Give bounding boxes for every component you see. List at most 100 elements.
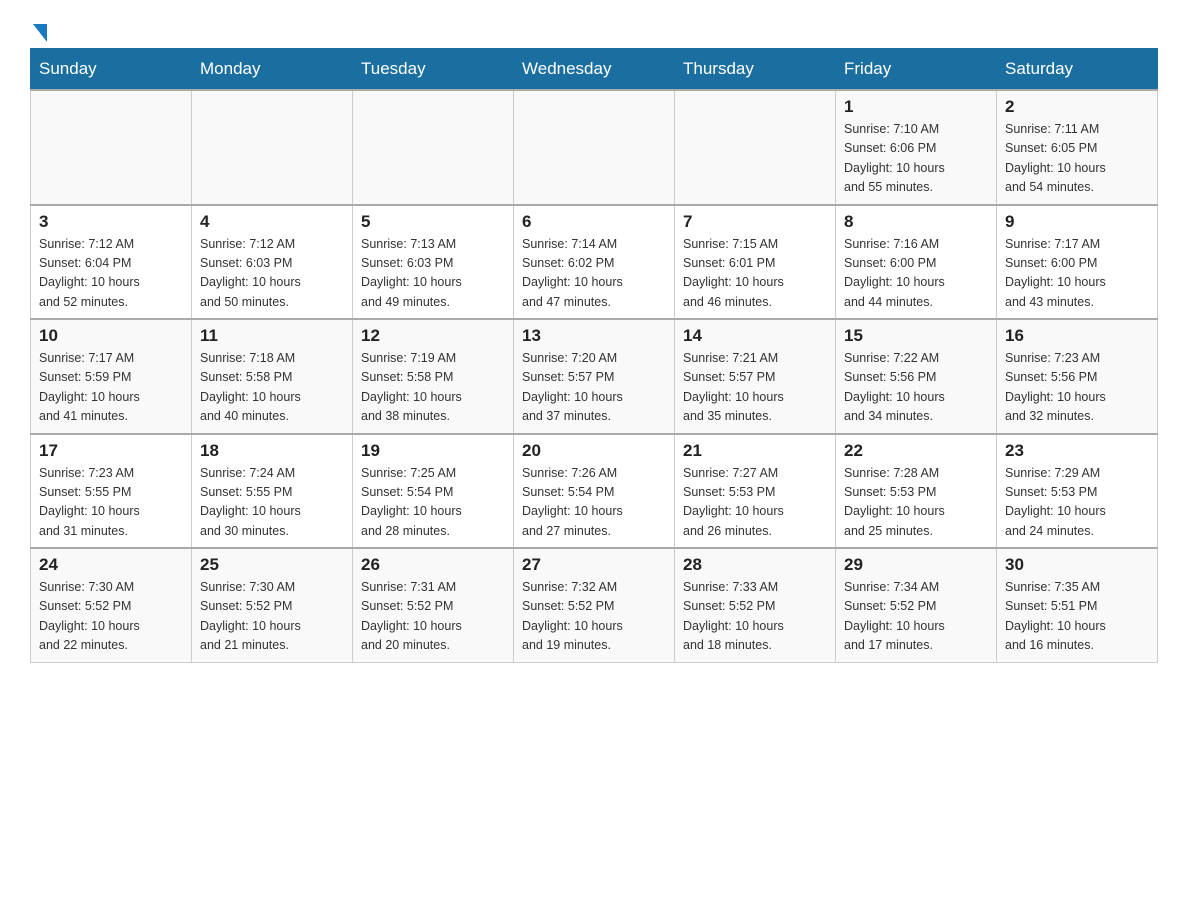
day-info: Sunrise: 7:12 AMSunset: 6:03 PMDaylight:… — [200, 235, 344, 313]
calendar-cell: 7 Sunrise: 7:15 AMSunset: 6:01 PMDaylight… — [675, 205, 836, 320]
calendar-cell — [514, 90, 675, 205]
day-number: 26 — [361, 555, 505, 575]
day-info: Sunrise: 7:26 AMSunset: 5:54 PMDaylight:… — [522, 464, 666, 542]
day-info: Sunrise: 7:18 AMSunset: 5:58 PMDaylight:… — [200, 349, 344, 427]
day-info: Sunrise: 7:30 AMSunset: 5:52 PMDaylight:… — [200, 578, 344, 656]
day-number: 7 — [683, 212, 827, 232]
day-info: Sunrise: 7:17 AMSunset: 6:00 PMDaylight:… — [1005, 235, 1149, 313]
day-info: Sunrise: 7:17 AMSunset: 5:59 PMDaylight:… — [39, 349, 183, 427]
calendar-cell: 20 Sunrise: 7:26 AMSunset: 5:54 PMDayligh… — [514, 434, 675, 549]
day-info: Sunrise: 7:22 AMSunset: 5:56 PMDaylight:… — [844, 349, 988, 427]
day-number: 9 — [1005, 212, 1149, 232]
calendar-cell: 10 Sunrise: 7:17 AMSunset: 5:59 PMDayligh… — [31, 319, 192, 434]
day-info: Sunrise: 7:20 AMSunset: 5:57 PMDaylight:… — [522, 349, 666, 427]
column-header-monday: Monday — [192, 49, 353, 91]
day-number: 20 — [522, 441, 666, 461]
calendar-cell: 16Sunrise: 7:23 AMSunset: 5:56 PMDayligh… — [997, 319, 1158, 434]
calendar-cell: 4 Sunrise: 7:12 AMSunset: 6:03 PMDaylight… — [192, 205, 353, 320]
day-info: Sunrise: 7:31 AMSunset: 5:52 PMDaylight:… — [361, 578, 505, 656]
day-number: 19 — [361, 441, 505, 461]
day-info: Sunrise: 7:10 AMSunset: 6:06 PMDaylight:… — [844, 120, 988, 198]
calendar-week-row: 1 Sunrise: 7:10 AMSunset: 6:06 PMDaylight… — [31, 90, 1158, 205]
day-number: 30 — [1005, 555, 1149, 575]
day-number: 22 — [844, 441, 988, 461]
day-number: 11 — [200, 326, 344, 346]
calendar-cell — [31, 90, 192, 205]
day-number: 2 — [1005, 97, 1149, 117]
calendar-cell: 29 Sunrise: 7:34 AMSunset: 5:52 PMDayligh… — [836, 548, 997, 662]
day-info: Sunrise: 7:14 AMSunset: 6:02 PMDaylight:… — [522, 235, 666, 313]
day-number: 28 — [683, 555, 827, 575]
day-number: 4 — [200, 212, 344, 232]
day-info: Sunrise: 7:13 AMSunset: 6:03 PMDaylight:… — [361, 235, 505, 313]
day-info: Sunrise: 7:24 AMSunset: 5:55 PMDaylight:… — [200, 464, 344, 542]
calendar-cell: 9 Sunrise: 7:17 AMSunset: 6:00 PMDaylight… — [997, 205, 1158, 320]
day-number: 27 — [522, 555, 666, 575]
day-info: Sunrise: 7:34 AMSunset: 5:52 PMDaylight:… — [844, 578, 988, 656]
calendar-cell: 5 Sunrise: 7:13 AMSunset: 6:03 PMDaylight… — [353, 205, 514, 320]
day-number: 24 — [39, 555, 183, 575]
day-info: Sunrise: 7:33 AMSunset: 5:52 PMDaylight:… — [683, 578, 827, 656]
calendar-week-row: 10 Sunrise: 7:17 AMSunset: 5:59 PMDayligh… — [31, 319, 1158, 434]
day-number: 6 — [522, 212, 666, 232]
day-info: Sunrise: 7:28 AMSunset: 5:53 PMDaylight:… — [844, 464, 988, 542]
calendar-cell: 30Sunrise: 7:35 AMSunset: 5:51 PMDayligh… — [997, 548, 1158, 662]
logo — [30, 20, 47, 38]
column-header-wednesday: Wednesday — [514, 49, 675, 91]
calendar-cell: 1 Sunrise: 7:10 AMSunset: 6:06 PMDaylight… — [836, 90, 997, 205]
day-info: Sunrise: 7:25 AMSunset: 5:54 PMDaylight:… — [361, 464, 505, 542]
calendar-cell: 22 Sunrise: 7:28 AMSunset: 5:53 PMDayligh… — [836, 434, 997, 549]
calendar-cell: 3 Sunrise: 7:12 AMSunset: 6:04 PMDaylight… — [31, 205, 192, 320]
calendar-cell: 14 Sunrise: 7:21 AMSunset: 5:57 PMDayligh… — [675, 319, 836, 434]
day-number: 1 — [844, 97, 988, 117]
day-number: 10 — [39, 326, 183, 346]
column-header-thursday: Thursday — [675, 49, 836, 91]
logo-arrow-icon — [33, 24, 47, 42]
day-number: 5 — [361, 212, 505, 232]
calendar-table: SundayMondayTuesdayWednesdayThursdayFrid… — [30, 48, 1158, 663]
calendar-week-row: 24 Sunrise: 7:30 AMSunset: 5:52 PMDayligh… — [31, 548, 1158, 662]
day-number: 23 — [1005, 441, 1149, 461]
day-info: Sunrise: 7:23 AMSunset: 5:56 PMDaylight:… — [1005, 349, 1149, 427]
calendar-cell — [353, 90, 514, 205]
calendar-cell: 15 Sunrise: 7:22 AMSunset: 5:56 PMDayligh… — [836, 319, 997, 434]
day-number: 12 — [361, 326, 505, 346]
calendar-cell: 26 Sunrise: 7:31 AMSunset: 5:52 PMDayligh… — [353, 548, 514, 662]
day-info: Sunrise: 7:23 AMSunset: 5:55 PMDaylight:… — [39, 464, 183, 542]
page-header — [30, 20, 1158, 38]
calendar-cell: 28 Sunrise: 7:33 AMSunset: 5:52 PMDayligh… — [675, 548, 836, 662]
calendar-cell — [192, 90, 353, 205]
calendar-week-row: 3 Sunrise: 7:12 AMSunset: 6:04 PMDaylight… — [31, 205, 1158, 320]
day-number: 17 — [39, 441, 183, 461]
calendar-cell: 23 Sunrise: 7:29 AMSunset: 5:53 PMDayligh… — [997, 434, 1158, 549]
calendar-cell: 6 Sunrise: 7:14 AMSunset: 6:02 PMDaylight… — [514, 205, 675, 320]
calendar-header-row: SundayMondayTuesdayWednesdayThursdayFrid… — [31, 49, 1158, 91]
column-header-tuesday: Tuesday — [353, 49, 514, 91]
calendar-cell: 8 Sunrise: 7:16 AMSunset: 6:00 PMDaylight… — [836, 205, 997, 320]
day-number: 8 — [844, 212, 988, 232]
calendar-cell: 2 Sunrise: 7:11 AMSunset: 6:05 PMDaylight… — [997, 90, 1158, 205]
day-number: 15 — [844, 326, 988, 346]
day-info: Sunrise: 7:27 AMSunset: 5:53 PMDaylight:… — [683, 464, 827, 542]
day-number: 13 — [522, 326, 666, 346]
day-info: Sunrise: 7:29 AMSunset: 5:53 PMDaylight:… — [1005, 464, 1149, 542]
column-header-saturday: Saturday — [997, 49, 1158, 91]
day-number: 29 — [844, 555, 988, 575]
day-number: 14 — [683, 326, 827, 346]
day-number: 25 — [200, 555, 344, 575]
calendar-cell — [675, 90, 836, 205]
day-number: 18 — [200, 441, 344, 461]
calendar-cell: 19 Sunrise: 7:25 AMSunset: 5:54 PMDayligh… — [353, 434, 514, 549]
day-info: Sunrise: 7:12 AMSunset: 6:04 PMDaylight:… — [39, 235, 183, 313]
day-number: 3 — [39, 212, 183, 232]
day-info: Sunrise: 7:21 AMSunset: 5:57 PMDaylight:… — [683, 349, 827, 427]
day-info: Sunrise: 7:16 AMSunset: 6:00 PMDaylight:… — [844, 235, 988, 313]
calendar-cell: 12Sunrise: 7:19 AMSunset: 5:58 PMDayligh… — [353, 319, 514, 434]
day-info: Sunrise: 7:32 AMSunset: 5:52 PMDaylight:… — [522, 578, 666, 656]
day-info: Sunrise: 7:15 AMSunset: 6:01 PMDaylight:… — [683, 235, 827, 313]
day-info: Sunrise: 7:30 AMSunset: 5:52 PMDaylight:… — [39, 578, 183, 656]
day-number: 21 — [683, 441, 827, 461]
calendar-cell: 18 Sunrise: 7:24 AMSunset: 5:55 PMDayligh… — [192, 434, 353, 549]
calendar-cell: 13 Sunrise: 7:20 AMSunset: 5:57 PMDayligh… — [514, 319, 675, 434]
day-info: Sunrise: 7:11 AMSunset: 6:05 PMDaylight:… — [1005, 120, 1149, 198]
